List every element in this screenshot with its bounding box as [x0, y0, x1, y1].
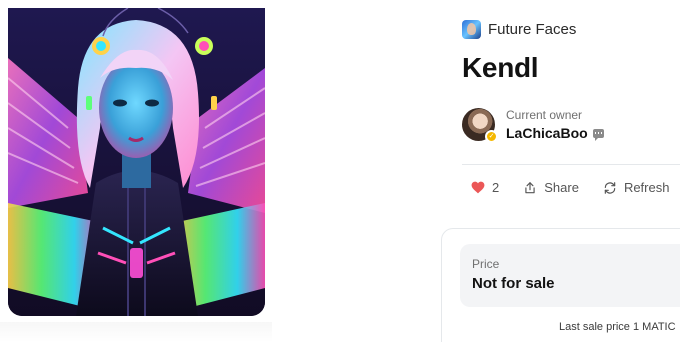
- nft-image[interactable]: [8, 8, 265, 316]
- share-label: Share: [544, 180, 579, 195]
- owner-label: Current owner: [506, 108, 583, 122]
- collection-name[interactable]: Future Faces: [488, 21, 576, 38]
- nft-illustration: [8, 8, 265, 316]
- refresh-icon: [604, 181, 616, 194]
- item-actions: 2 Share Refresh: [471, 180, 680, 195]
- last-sale-price: Last sale price 1 MATIC: [559, 321, 676, 333]
- verified-badge-icon: ✓: [485, 130, 498, 143]
- refresh-button[interactable]: Refresh: [603, 180, 670, 195]
- favorite-button[interactable]: 2: [471, 180, 499, 195]
- owner-section: ✓ Current owner LaChicaBoo: [462, 108, 604, 143]
- price-label: Price: [472, 257, 500, 271]
- artwork-shadow: [0, 322, 272, 342]
- artwork-panel: [0, 0, 272, 342]
- collection-link[interactable]: Future Faces: [462, 20, 576, 39]
- collection-thumbnail-icon: [462, 20, 481, 39]
- owner-avatar[interactable]: ✓: [462, 108, 498, 143]
- owner-text: Current owner LaChicaBoo: [506, 108, 604, 141]
- owner-name-link[interactable]: LaChicaBoo: [506, 125, 588, 141]
- item-title: Kendl: [462, 52, 539, 83]
- refresh-label: Refresh: [623, 180, 670, 195]
- share-button[interactable]: Share: [523, 180, 579, 195]
- share-icon: [525, 181, 535, 193]
- divider: [462, 164, 680, 165]
- owner-name-row: LaChicaBoo: [506, 125, 604, 141]
- chat-icon[interactable]: [592, 128, 604, 141]
- price-value: Not for sale: [472, 275, 555, 292]
- favorite-count: 2: [492, 180, 500, 195]
- heart-icon: [471, 181, 485, 194]
